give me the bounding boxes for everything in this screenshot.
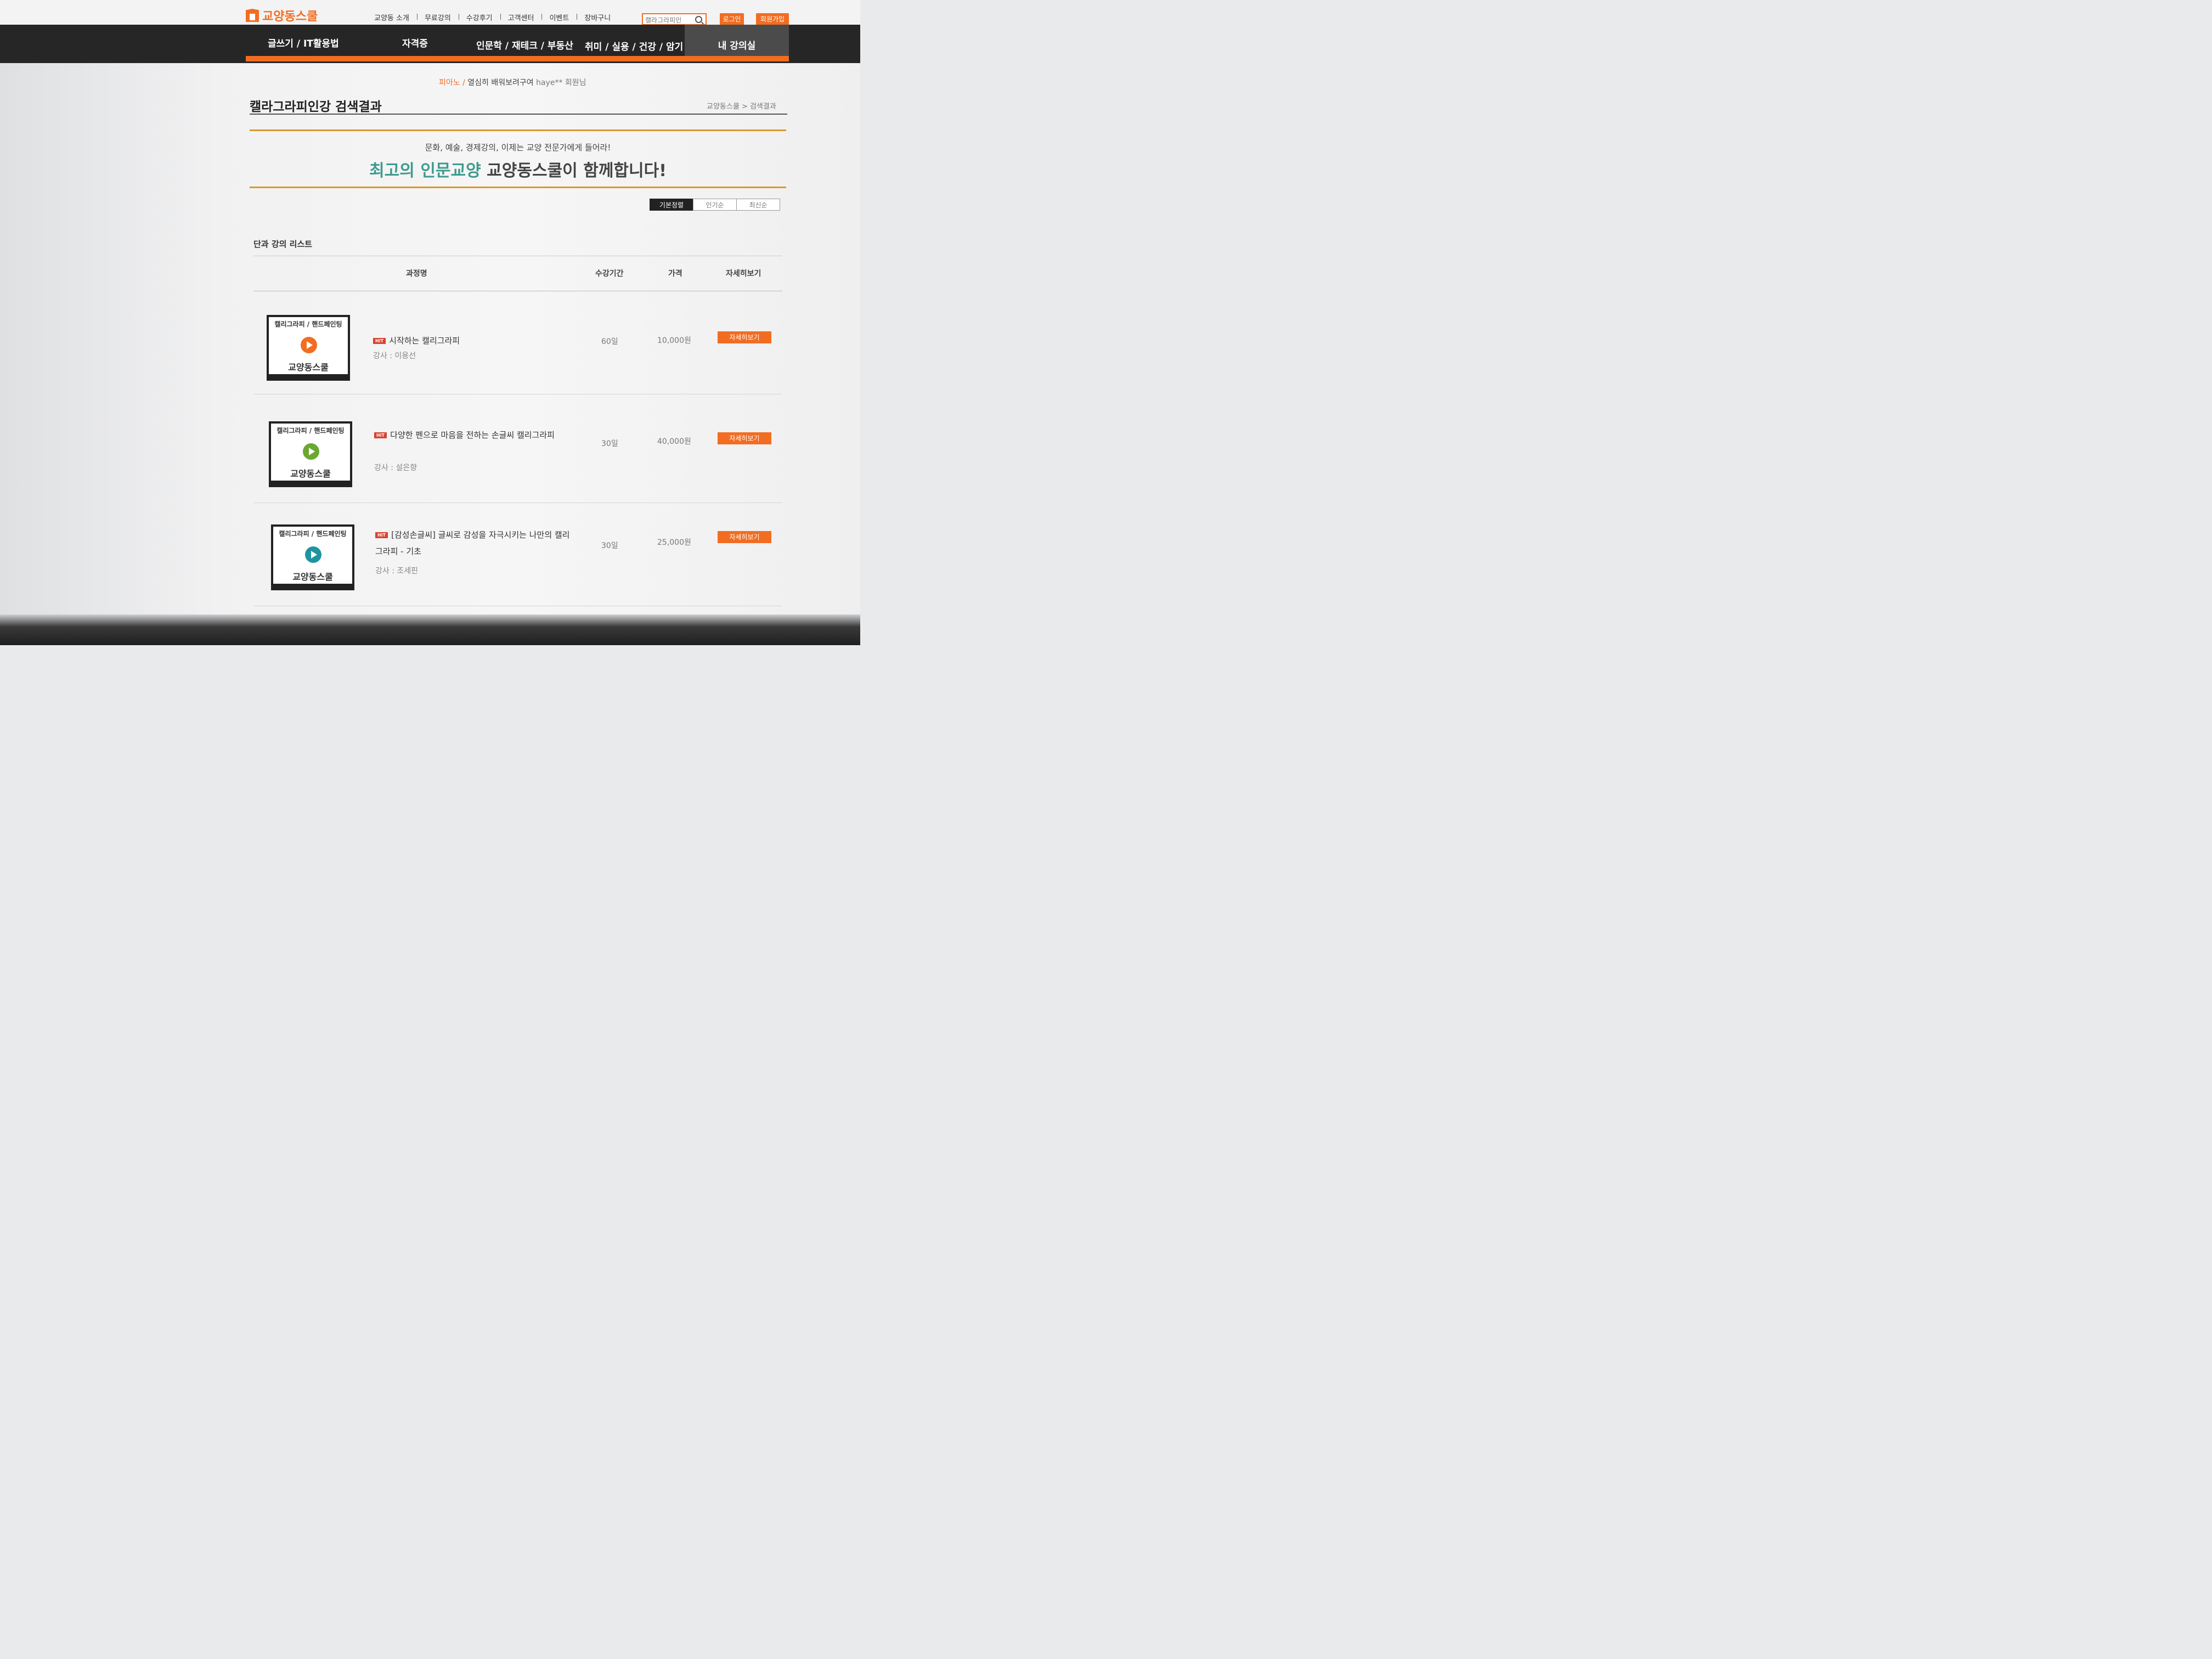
nav-free-lectures[interactable]: 무료강의 [416,12,459,22]
course-row: 캘리그라피 / 핸드페인팅 교양동스쿨 HIT [감성손글씨] 글씨로 감성을 자… [253,506,782,610]
site-logo[interactable]: 교양동스쿨 [246,7,318,24]
course-title-text: 다양한 펜으로 마음을 전하는 손글씨 캘리그라피 [390,430,555,440]
thumbnail-brand: 교양동스쿨 [290,469,331,479]
nav-about[interactable]: 교양동 소개 [366,12,417,22]
ticker-category: 피아노 / [439,78,465,87]
nav-reviews[interactable]: 수강후기 [458,12,500,22]
top-bar: 교양동스쿨 교양동 소개 무료강의 수강후기 고객센터 이벤트 장바구니 로그인… [0,0,860,25]
play-icon [303,443,319,460]
col-course-name: 과정명 [406,269,427,278]
course-title-text: 시작하는 캘리그라피 [389,336,460,346]
thumbnail-bar [273,584,352,588]
course-teacher: 강사 : 이용선 [373,352,416,360]
course-title[interactable]: HIT 다양한 펜으로 마음을 전하는 손글씨 캘리그라피 [374,427,566,443]
gnb-writing-it[interactable]: 글쓰기 / IT활용법 [268,36,339,49]
title-divider [250,114,787,115]
detail-button[interactable]: 자세히보기 [718,432,771,444]
thumbnail-category: 캘리그라피 / 핸드페인팅 [276,427,345,435]
col-detail: 자세히보기 [726,269,761,278]
nav-events[interactable]: 이벤트 [541,12,577,22]
thumbnail-bar [269,374,348,379]
review-ticker[interactable]: 피아노 / 열심히 배워보려구여 haye** 회원님 [439,77,586,88]
course-title[interactable]: HIT 시작하는 캘리그라피 [373,332,565,349]
detail-button[interactable]: 자세히보기 [718,531,771,543]
gnb-my-classroom[interactable]: 내 강의실 [685,25,789,58]
thumbnail-brand: 교양동스쿨 [288,362,329,373]
monitor-bezel [0,614,860,645]
course-price: 40,000원 [657,437,691,446]
play-icon [301,337,317,353]
top-nav: 교양동 소개 무료강의 수강후기 고객센터 이벤트 장바구니 [366,12,618,22]
thumbnail-category: 캘리그라피 / 핸드페인팅 [274,320,342,328]
course-row: 캘리그라피 / 핸드페인팅 교양동스쿨 HIT 다양한 펜으로 마음을 전하는 손… [253,403,782,507]
page-title: 캘라그라피인강 검색결과 [250,100,382,114]
sort-popular[interactable]: 인기순 [693,199,737,211]
list-title: 단과 강의 리스트 [253,239,313,249]
sort-latest[interactable]: 최신순 [736,199,780,211]
course-title-text: [감성손글씨] 글씨로 감성을 자극시키는 나만의 캘리그라피 - 기초 [375,530,570,556]
detail-button[interactable]: 자세히보기 [718,331,771,343]
banner-headline-rest: 교양동스쿨이 함께합니다! [481,161,667,180]
gnb-certificates[interactable]: 자격증 [402,36,428,49]
search-box [642,13,707,25]
hit-badge: HIT [373,338,386,344]
gnb-underline [246,56,789,61]
course-period: 30일 [601,439,618,448]
course-period: 30일 [601,541,618,550]
thumbnail-bar [271,481,350,485]
ticker-text: 열심히 배워보려구여 [465,78,537,87]
banner-top-line [250,129,786,131]
course-teacher: 강사 : 조세핀 [375,567,419,575]
search-input[interactable] [643,15,696,25]
course-teacher: 강사 : 설은향 [374,464,417,472]
signup-button[interactable]: 회원가입 [756,13,789,25]
col-price: 가격 [668,269,682,278]
thumbnail-category: 캘리그라피 / 핸드페인팅 [279,530,347,538]
ticker-user: haye** 회원님 [536,78,586,87]
gnb-hobby[interactable]: 취미 / 실용 / 건강 / 암기 [585,39,683,53]
banner-subtitle: 문화, 예술, 경제강의, 이제는 교양 전문가에게 들어라! [425,143,611,153]
nav-cart[interactable]: 장바구니 [577,12,618,22]
gnb-humanities[interactable]: 인문학 / 재테크 / 부동산 [476,38,573,52]
sort-default[interactable]: 기본정렬 [650,199,693,211]
course-price: 25,000원 [657,538,691,547]
nav-customer-center[interactable]: 고객센터 [500,12,542,22]
banner-headline-accent: 최고의 인문교양 [369,161,481,180]
logo-icon [246,9,259,22]
course-price: 10,000원 [657,336,691,345]
search-icon[interactable] [695,16,702,23]
banner-bottom-line [250,187,786,188]
page: 교양동스쿨 교양동 소개 무료강의 수강후기 고객센터 이벤트 장바구니 로그인… [0,0,860,645]
hit-badge: HIT [374,432,387,438]
course-row: 캘리그라피 / 핸드페인팅 교양동스쿨 HIT 시작하는 캘리그라피 강사 : 이… [253,296,782,400]
course-thumbnail[interactable]: 캘리그라피 / 핸드페인팅 교양동스쿨 [269,421,352,487]
play-icon [305,546,321,563]
hit-badge: HIT [375,532,388,538]
sort-tabs: 기본정렬 인기순 최신순 [650,199,780,211]
col-period: 수강기간 [595,269,624,278]
banner-headline: 최고의 인문교양 교양동스쿨이 함께합니다! [250,157,786,181]
course-period: 60일 [601,337,618,346]
logo-text: 교양동스쿨 [262,10,318,24]
course-thumbnail[interactable]: 캘리그라피 / 핸드페인팅 교양동스쿨 [271,524,354,590]
thumbnail-brand: 교양동스쿨 [292,572,333,582]
breadcrumb: 교양동스쿨 > 검색결과 [707,103,776,111]
login-button[interactable]: 로그인 [720,13,744,25]
course-thumbnail[interactable]: 캘리그라피 / 핸드페인팅 교양동스쿨 [267,315,350,381]
course-title[interactable]: HIT [감성손글씨] 글씨로 감성을 자극시키는 나만의 캘리그라피 - 기초 [375,527,573,560]
